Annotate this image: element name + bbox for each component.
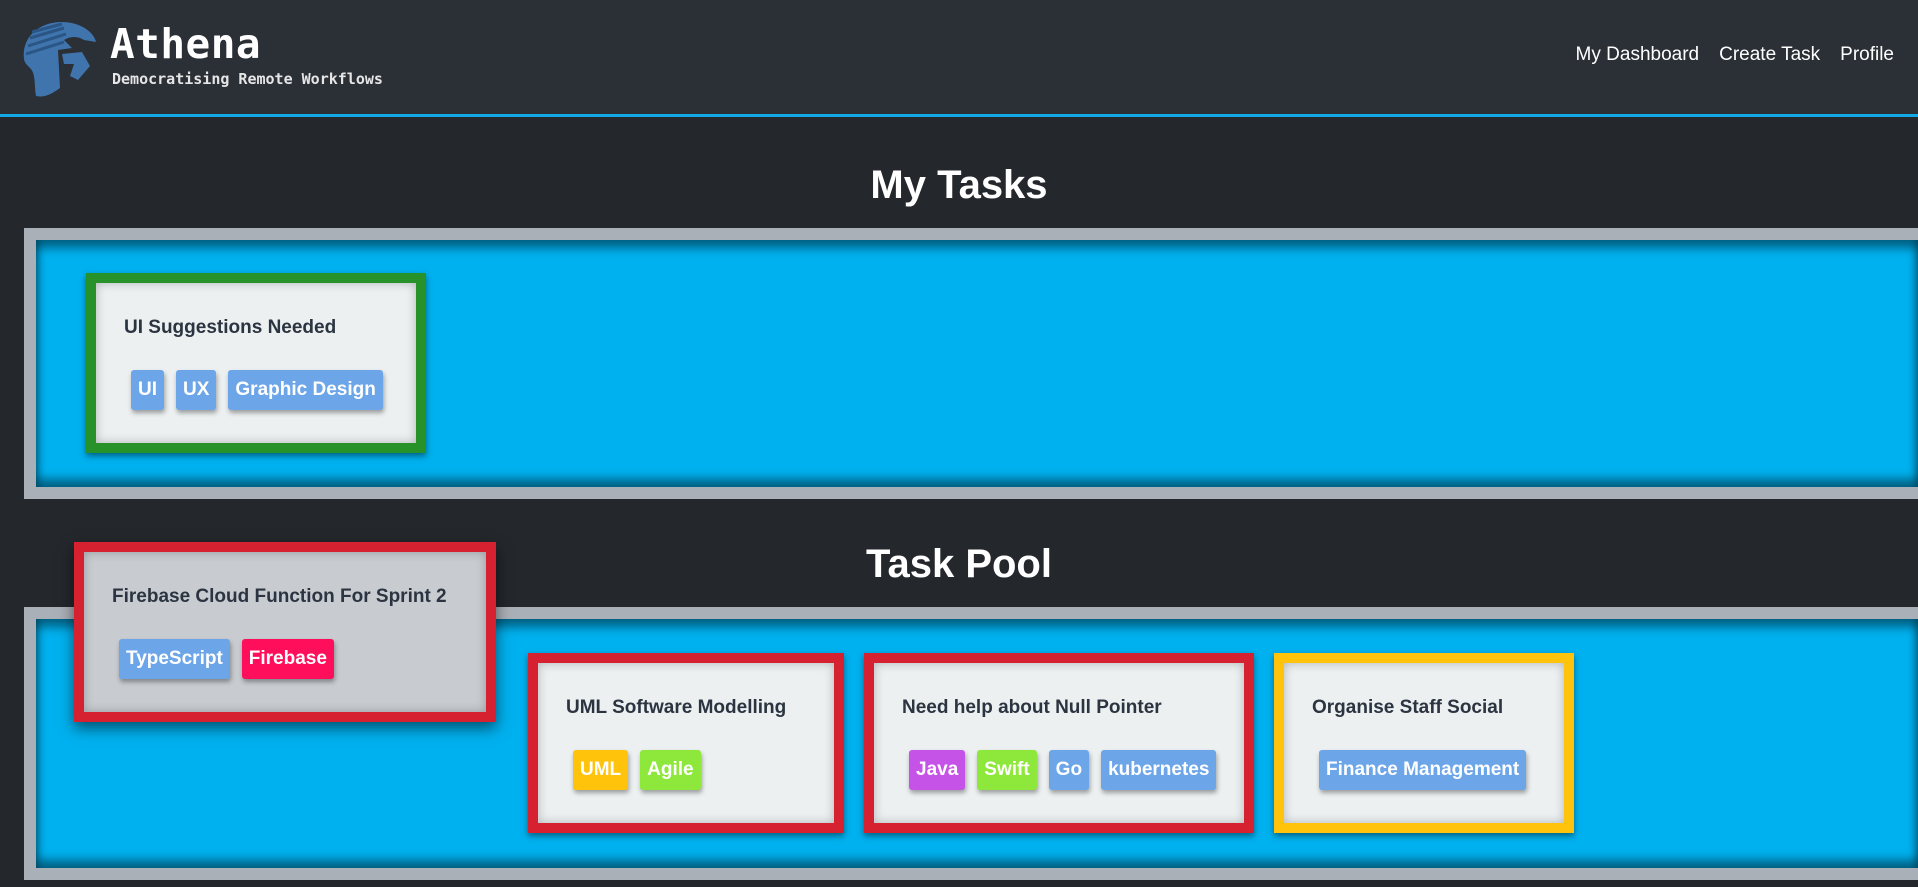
navbar: Athena Democratising Remote Workflows My… bbox=[0, 0, 1918, 117]
spartan-helmet-icon[interactable] bbox=[18, 18, 100, 100]
tag-list: Java Swift Go kubernetes bbox=[909, 750, 1217, 790]
task-card-title: UI Suggestions Needed bbox=[124, 317, 337, 338]
tag-list: TypeScript Firebase bbox=[119, 639, 334, 679]
nav-links: My Dashboard Create Task Profile bbox=[1576, 44, 1894, 66]
nav-create-task[interactable]: Create Task bbox=[1719, 44, 1820, 66]
tag-ui: UI bbox=[131, 370, 164, 410]
tag-list: UML Agile bbox=[573, 750, 701, 790]
tag-agile: Agile bbox=[640, 750, 701, 790]
task-card-title: UML Software Modelling bbox=[566, 697, 787, 718]
nav-my-dashboard[interactable]: My Dashboard bbox=[1576, 44, 1700, 66]
task-card-title: Need help about Null Pointer bbox=[902, 697, 1162, 718]
tag-uml: UML bbox=[573, 750, 629, 790]
tag-kubernetes: kubernetes bbox=[1101, 750, 1217, 790]
task-card-title: Firebase Cloud Function For Sprint 2 bbox=[112, 586, 447, 607]
task-card-null-pointer[interactable]: Need help about Null Pointer Java Swift … bbox=[864, 653, 1254, 833]
tag-go: Go bbox=[1048, 750, 1090, 790]
my-tasks-title: My Tasks bbox=[870, 163, 1048, 207]
nav-profile[interactable]: Profile bbox=[1840, 44, 1894, 66]
tag-ux: UX bbox=[176, 370, 217, 410]
tag-swift: Swift bbox=[977, 750, 1037, 790]
brand-title[interactable]: Athena bbox=[110, 24, 261, 65]
task-card-staff-social[interactable]: Organise Staff Social Finance Management bbox=[1274, 653, 1574, 833]
tag-list: Finance Management bbox=[1319, 750, 1527, 790]
tag-finance-management: Finance Management bbox=[1319, 750, 1527, 790]
brand-subtitle: Democratising Remote Workflows bbox=[112, 70, 383, 88]
tag-typescript: TypeScript bbox=[119, 639, 230, 679]
task-card-title: Organise Staff Social bbox=[1312, 697, 1504, 718]
tag-list: UI UX Graphic Design bbox=[131, 370, 383, 410]
task-card-uml-modelling[interactable]: UML Software Modelling UML Agile bbox=[528, 653, 844, 833]
task-card-firebase-dragging[interactable]: Firebase Cloud Function For Sprint 2 Typ… bbox=[74, 542, 496, 722]
tag-firebase: Firebase bbox=[241, 639, 334, 679]
tag-graphic-design: Graphic Design bbox=[228, 370, 383, 410]
task-card-ui-suggestions[interactable]: UI Suggestions Needed UI UX Graphic Desi… bbox=[86, 273, 426, 453]
tag-java: Java bbox=[909, 750, 966, 790]
